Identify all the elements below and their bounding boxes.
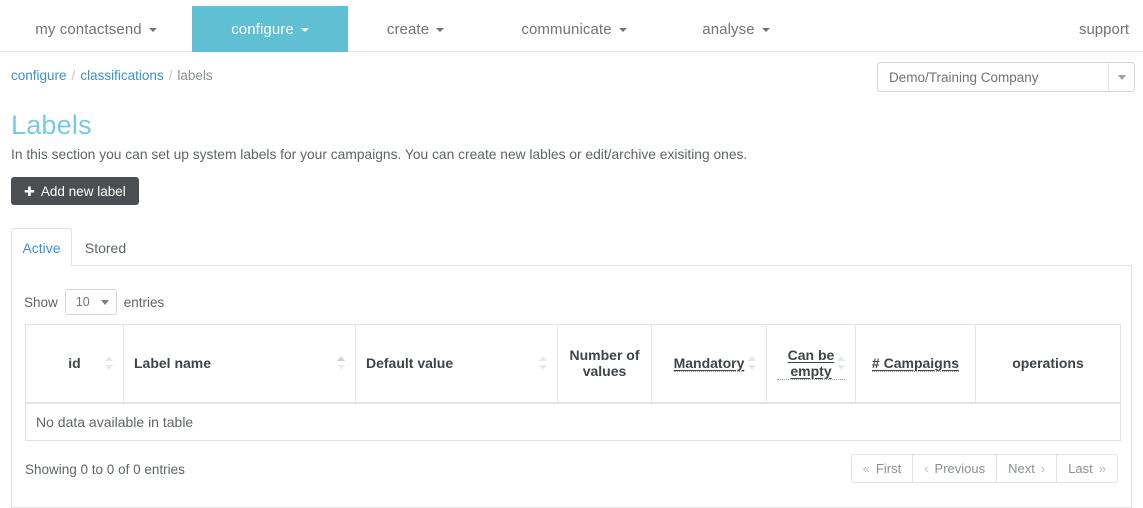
column-header-number-of-values: Number of values xyxy=(557,324,652,404)
column-header-label: Default value xyxy=(366,355,454,372)
tab-active[interactable]: Active xyxy=(11,228,72,267)
table-info: Showing 0 to 0 of 0 entries xyxy=(25,462,185,477)
sort-icon[interactable] xyxy=(539,356,548,371)
page-title: Labels xyxy=(11,110,92,140)
breadcrumb-row: configure / classifications / labels Demo/Tr… xyxy=(0,62,1143,96)
column-header-label: Label name xyxy=(134,355,212,372)
chevron-down-icon xyxy=(1108,63,1134,91)
table-header-row: id Label name Default value Number of value… xyxy=(25,324,1121,404)
column-header-can-be-empty[interactable]: Can be empty xyxy=(766,324,856,404)
nav-item-my-contactsend[interactable]: my contactsend xyxy=(0,6,192,52)
breadcrumb-separator: / xyxy=(168,68,173,83)
pagination-first-label: First xyxy=(875,461,902,476)
nav-item-label: create xyxy=(386,20,430,38)
chevron-down-icon xyxy=(100,300,109,305)
entries-label: entries xyxy=(123,294,165,310)
pagination-previous-button[interactable]: ‹ Previous xyxy=(913,454,998,483)
column-header-label-name[interactable]: Label name xyxy=(123,324,356,404)
caret-down-icon xyxy=(761,28,770,32)
plus-icon: ✚ xyxy=(24,183,35,199)
page-length-select[interactable]: 10 xyxy=(64,289,117,315)
column-header-campaigns: # Campaigns xyxy=(855,324,976,404)
page-length-control: Show 10 entries xyxy=(24,289,164,315)
column-header-id[interactable]: id xyxy=(25,324,124,404)
column-header-label: Can be empty xyxy=(777,347,845,380)
page-length-value: 10 xyxy=(75,295,90,309)
pagination-last-label: Last xyxy=(1068,461,1093,476)
tab-bar: Active Stored xyxy=(11,228,1132,267)
nav-item-analyse[interactable]: analyse xyxy=(665,6,807,52)
add-new-label-button[interactable]: ✚ Add new label xyxy=(11,177,139,205)
nav-item-communicate[interactable]: communicate xyxy=(483,6,665,52)
pagination-first-icon: « xyxy=(862,461,870,476)
nav-item-label: configure xyxy=(231,20,294,38)
column-header-operations: operations xyxy=(975,324,1121,404)
tab-label: Active xyxy=(22,239,61,256)
column-header-label: Mandatory xyxy=(673,354,745,372)
column-header-label: operations xyxy=(1012,355,1084,372)
column-header-label: Number of values xyxy=(569,347,640,380)
pagination-first-button[interactable]: « First xyxy=(850,454,914,483)
sort-icon[interactable] xyxy=(748,356,757,371)
breadcrumb-separator: / xyxy=(71,68,76,83)
labels-panel: Show 10 entries id Label name Default valu… xyxy=(11,266,1132,508)
caret-down-icon xyxy=(148,28,157,32)
breadcrumb-item-classifications[interactable]: classifications xyxy=(80,68,163,83)
breadcrumb: configure / classifications / labels xyxy=(11,68,213,83)
pagination-previous-icon: ‹ xyxy=(924,461,929,476)
nav-item-label: communicate xyxy=(521,20,612,38)
company-selector-value: Demo/Training Company xyxy=(889,69,1039,85)
sort-icon[interactable] xyxy=(105,356,114,371)
tab-label: Stored xyxy=(84,239,127,256)
main-navbar: my contactsend configure create communicate… xyxy=(0,0,1143,52)
add-new-label-button-label: Add new label xyxy=(40,183,126,199)
sort-icon[interactable] xyxy=(337,356,346,371)
company-selector[interactable]: Demo/Training Company xyxy=(877,62,1135,92)
nav-item-create[interactable]: create xyxy=(348,6,483,52)
pagination-next-label: Next xyxy=(1008,461,1035,476)
nav-item-support-label: support xyxy=(1078,20,1129,38)
show-label: Show xyxy=(24,294,58,310)
column-header-label: id xyxy=(68,355,81,372)
table-empty-message: No data available in table xyxy=(25,402,1121,441)
pagination-last-icon: » xyxy=(1098,461,1106,476)
nav-item-label: my contactsend xyxy=(35,20,142,38)
column-header-default-value[interactable]: Default value xyxy=(355,324,558,404)
caret-down-icon xyxy=(436,28,445,32)
table-body: No data available in table xyxy=(25,402,1121,441)
caret-down-icon xyxy=(618,28,627,32)
page-description: In this section you can set up system la… xyxy=(11,147,748,162)
sort-icon[interactable] xyxy=(837,356,846,371)
labels-table: id Label name Default value Number of value… xyxy=(25,324,1121,441)
pagination-next-icon: › xyxy=(1040,461,1046,476)
breadcrumb-item-configure[interactable]: configure xyxy=(11,68,67,83)
caret-down-icon xyxy=(300,28,309,32)
pagination-next-button[interactable]: Next › xyxy=(997,454,1058,483)
pagination-previous-label: Previous xyxy=(934,461,986,476)
pagination: « First ‹ Previous Next › Last » xyxy=(850,454,1118,483)
column-header-mandatory[interactable]: Mandatory xyxy=(651,324,767,404)
breadcrumb-item-labels: labels xyxy=(177,68,213,83)
tab-stored[interactable]: Stored xyxy=(72,228,139,267)
pagination-last-button[interactable]: Last » xyxy=(1057,454,1118,483)
nav-item-configure[interactable]: configure xyxy=(192,6,348,52)
table-empty-row: No data available in table xyxy=(25,402,1121,441)
column-header-label: # Campaigns xyxy=(871,354,960,372)
nav-item-support[interactable]: support xyxy=(1079,6,1143,52)
nav-item-label: analyse xyxy=(702,20,755,38)
